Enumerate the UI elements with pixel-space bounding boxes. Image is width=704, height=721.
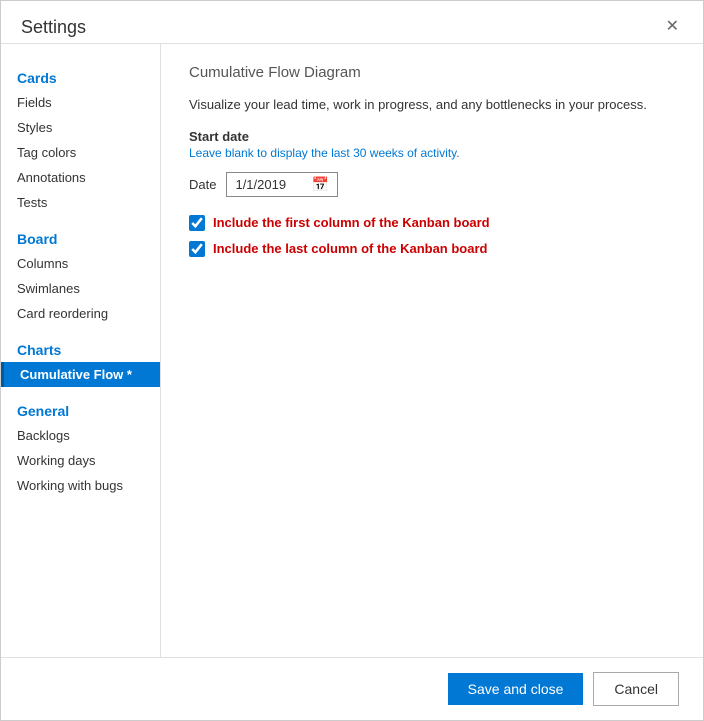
sidebar: Cards Fields Styles Tag colors Annotatio… <box>1 44 161 657</box>
checkbox-row-first-column: Include the first column of the Kanban b… <box>189 215 675 231</box>
dialog-body: Cards Fields Styles Tag colors Annotatio… <box>1 43 703 657</box>
description: Visualize your lead time, work in progre… <box>189 95 675 115</box>
dialog-title: Settings <box>21 17 86 38</box>
sidebar-section-charts: Charts <box>1 332 160 362</box>
sidebar-item-tag-colors[interactable]: Tag colors <box>1 140 160 165</box>
dialog-footer: Save and close Cancel <box>1 657 703 720</box>
main-content: Cumulative Flow Diagram Visualize your l… <box>161 44 703 657</box>
sidebar-item-fields[interactable]: Fields <box>1 90 160 115</box>
save-and-close-button[interactable]: Save and close <box>448 673 584 705</box>
date-row: Date 📅 <box>189 172 675 197</box>
close-button[interactable]: ✕ <box>662 15 683 39</box>
sidebar-item-working-with-bugs[interactable]: Working with bugs <box>1 473 160 498</box>
sidebar-item-swimlanes[interactable]: Swimlanes <box>1 276 160 301</box>
content-title: Cumulative Flow Diagram <box>189 64 675 81</box>
settings-dialog: Settings ✕ Cards Fields Styles Tag color… <box>0 0 704 721</box>
include-first-column-label[interactable]: Include the first column of the Kanban b… <box>213 215 490 230</box>
sidebar-section-board: Board <box>1 221 160 251</box>
checkbox-row-last-column: Include the last column of the Kanban bo… <box>189 241 675 257</box>
include-first-column-checkbox[interactable] <box>189 215 205 231</box>
sidebar-section-cards: Cards <box>1 60 160 90</box>
include-last-column-label[interactable]: Include the last column of the Kanban bo… <box>213 241 487 256</box>
date-field-label: Date <box>189 177 216 192</box>
sidebar-item-cumulative-flow[interactable]: Cumulative Flow * <box>1 362 160 387</box>
start-date-label: Start date <box>189 129 675 144</box>
sidebar-item-working-days[interactable]: Working days <box>1 448 160 473</box>
date-input[interactable] <box>235 177 305 192</box>
cancel-button[interactable]: Cancel <box>593 672 679 706</box>
calendar-icon[interactable]: 📅 <box>311 176 328 193</box>
sidebar-item-styles[interactable]: Styles <box>1 115 160 140</box>
include-last-column-checkbox[interactable] <box>189 241 205 257</box>
sidebar-item-annotations[interactable]: Annotations <box>1 165 160 190</box>
sidebar-item-card-reordering[interactable]: Card reordering <box>1 301 160 326</box>
sidebar-item-tests[interactable]: Tests <box>1 190 160 215</box>
sidebar-item-columns[interactable]: Columns <box>1 251 160 276</box>
date-input-wrapper[interactable]: 📅 <box>226 172 337 197</box>
start-date-hint: Leave blank to display the last 30 weeks… <box>189 146 675 160</box>
description-text: Visualize your lead time, work in progre… <box>189 97 647 112</box>
sidebar-item-backlogs[interactable]: Backlogs <box>1 423 160 448</box>
sidebar-section-general: General <box>1 393 160 423</box>
dialog-header: Settings ✕ <box>1 1 703 43</box>
